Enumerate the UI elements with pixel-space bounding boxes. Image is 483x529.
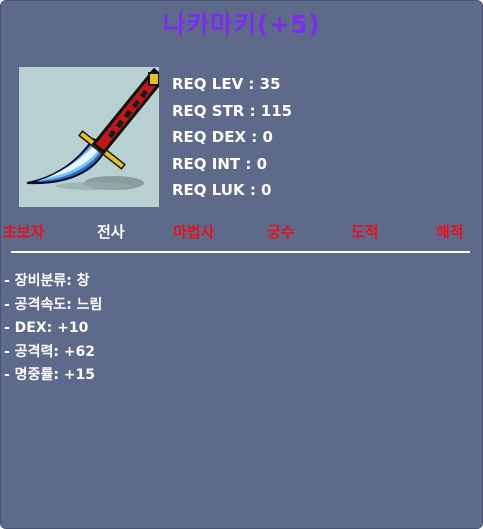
job-thief: 도적 — [351, 223, 379, 241]
stat-category: - 장비분류: 창 — [4, 273, 90, 289]
req-dex: REQ DEX : 0 — [172, 128, 273, 146]
req-int: REQ INT : 0 — [172, 154, 268, 173]
stat-attack: - 공격력: +62 — [4, 343, 96, 360]
job-pirate: 해적 — [436, 223, 464, 241]
req-level: REQ LEV : 35 — [172, 75, 281, 93]
stat-attack-speed: - 공격속도: 느림 — [4, 296, 103, 313]
stats-list: - 장비분류: 창 - 공격속도: 느림 - DEX: +10 - 공격력: +… — [4, 270, 102, 388]
item-icon-frame — [19, 67, 159, 207]
job-magician: 마법사 — [173, 223, 215, 241]
job-warrior: 전사 — [97, 223, 125, 241]
req-str: REQ STR : 115 — [172, 101, 293, 120]
req-luk: REQ LUK : 0 — [172, 181, 272, 199]
requirements-list: REQ LEV : 35 REQ STR : 115 REQ DEX : 0 R… — [172, 71, 292, 204]
item-tooltip: 나카마키(+5) REQ LEV : 35 REQ STR : 115 REQ … — [0, 0, 483, 529]
section-divider — [11, 251, 470, 253]
stat-accuracy: - 명중률: +15 — [4, 367, 96, 383]
item-name: 나카마키(+5) — [162, 10, 321, 39]
job-bowman: 궁수 — [267, 223, 295, 241]
job-beginner: 초보자 — [3, 223, 45, 241]
job-list: 초보자 전사 마법사 궁수 도적 해적 — [1, 221, 482, 245]
curved-dagger-icon — [26, 67, 159, 190]
stat-dex: - DEX: +10 — [4, 320, 89, 336]
